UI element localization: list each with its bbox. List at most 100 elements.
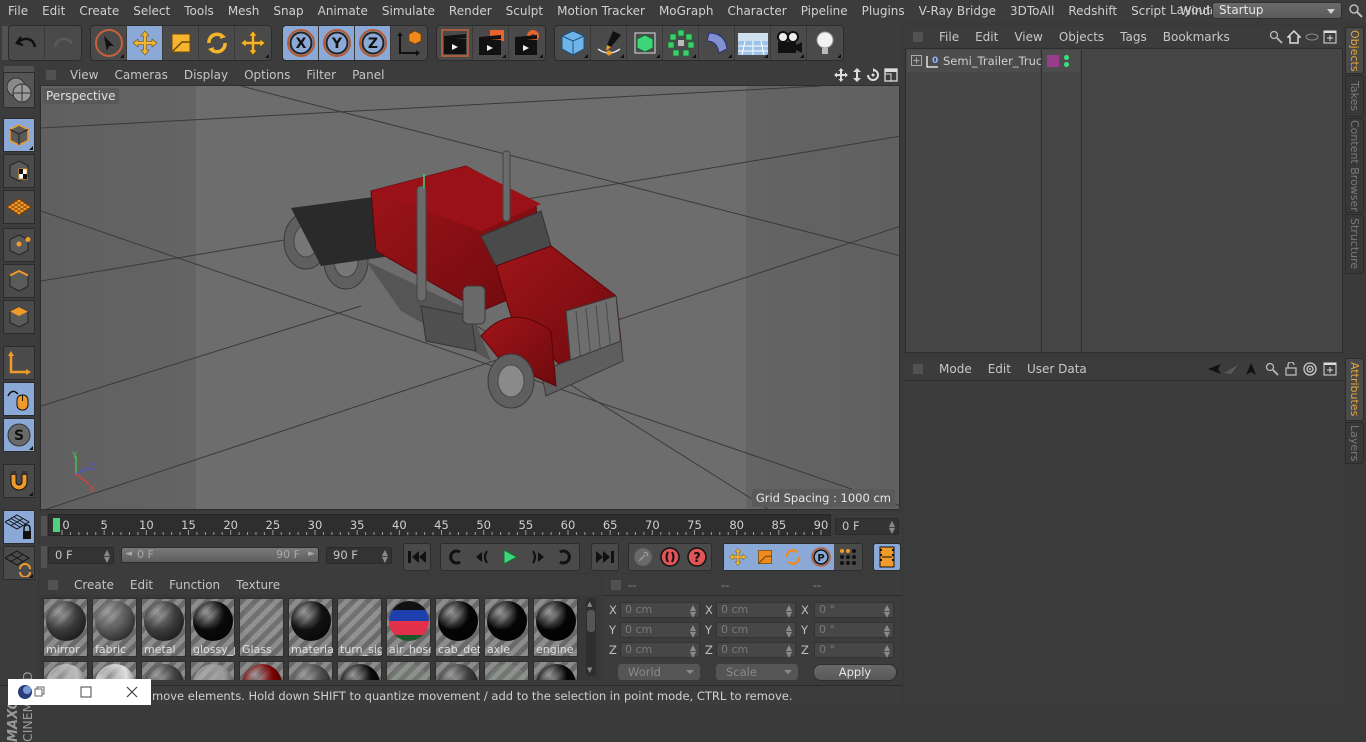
move-tool-button[interactable] xyxy=(127,26,163,60)
redo-button[interactable] xyxy=(45,26,81,60)
viewport-menu-display[interactable]: Display xyxy=(176,68,236,82)
restore-icon[interactable] xyxy=(34,686,46,698)
material-swatch[interactable] xyxy=(92,661,137,680)
position-z-field[interactable]: 0 cm ▲ ▼ xyxy=(620,642,700,659)
menu-3dtoall[interactable]: 3DToAll xyxy=(1003,0,1061,22)
attribute-menu-mode[interactable]: Mode xyxy=(931,362,980,376)
material-manager-grip[interactable] xyxy=(48,580,58,590)
material-swatch[interactable] xyxy=(435,661,480,680)
light-button[interactable] xyxy=(807,26,843,60)
tab-objects[interactable]: Objects xyxy=(1345,27,1364,74)
material-swatch[interactable]: air_hose xyxy=(386,598,431,657)
menu-script[interactable]: Script xyxy=(1124,0,1173,22)
spinner-icon[interactable]: ▲ ▼ xyxy=(690,644,696,659)
object-row[interactable]: 0 Semi_Trailer_Truck xyxy=(907,50,1343,354)
spinner-icon[interactable]: ▲ ▼ xyxy=(786,624,792,639)
object-menu-bookmarks[interactable]: Bookmarks xyxy=(1155,30,1238,44)
search-icon[interactable] xyxy=(1265,362,1279,376)
workplane-mode-button[interactable] xyxy=(3,190,35,224)
timeline-grip[interactable] xyxy=(41,516,47,536)
viewport-menu-options[interactable]: Options xyxy=(236,68,298,82)
material-swatch[interactable] xyxy=(337,661,382,680)
forward-arrow-icon[interactable] xyxy=(1223,363,1239,375)
snapping-button[interactable] xyxy=(3,464,35,498)
range-left-arrow-icon[interactable]: ◄ xyxy=(125,549,132,559)
start-frame-field[interactable]: 0 F ▲ ▼ xyxy=(48,547,114,564)
camera-button[interactable] xyxy=(771,26,807,60)
material-swatch[interactable] xyxy=(288,661,333,680)
workplane-align-button[interactable] xyxy=(3,546,35,580)
attribute-menu-user-data[interactable]: User Data xyxy=(1019,362,1095,376)
tweak-mode-button[interactable] xyxy=(3,382,35,416)
render-view-button[interactable] xyxy=(437,26,473,60)
scroll-up-icon[interactable]: ▲ xyxy=(587,600,592,608)
pen-button[interactable] xyxy=(591,26,627,60)
parameter-key-button[interactable]: P xyxy=(806,544,835,570)
menu-mesh[interactable]: Mesh xyxy=(221,0,267,22)
material-swatch[interactable]: glossy_p xyxy=(190,598,235,657)
position-x-field[interactable]: 0 cm ▲ ▼ xyxy=(620,602,700,619)
coordinate-mode-dropdown[interactable]: World xyxy=(618,664,700,680)
camera-label[interactable]: Perspective xyxy=(43,88,119,104)
apply-button[interactable]: Apply xyxy=(813,664,897,681)
menu-character[interactable]: Character xyxy=(720,0,793,22)
menu-select[interactable]: Select xyxy=(126,0,177,22)
coordinate-system-button[interactable] xyxy=(391,26,427,60)
menu-tools[interactable]: Tools xyxy=(177,0,221,22)
material-swatch[interactable]: turn_sig xyxy=(337,598,382,657)
go-to-end-button[interactable] xyxy=(591,543,619,571)
deformer-button[interactable] xyxy=(699,26,735,60)
attribute-manager-grip[interactable] xyxy=(913,363,923,374)
viewport-menu-view[interactable]: View xyxy=(62,68,106,82)
position-y-field[interactable]: 0 cm ▲ ▼ xyxy=(620,622,700,639)
close-icon[interactable] xyxy=(126,686,138,698)
menu-create[interactable]: Create xyxy=(72,0,126,22)
position-key-button[interactable] xyxy=(724,544,752,570)
go-to-start-button[interactable] xyxy=(403,543,431,571)
maximize-view-icon[interactable] xyxy=(884,67,898,82)
spinner-icon[interactable]: ▲ ▼ xyxy=(786,604,792,619)
pan-view-icon[interactable] xyxy=(834,67,848,82)
end-frame-field[interactable]: 90 F ▲ ▼ xyxy=(326,547,392,564)
play-button[interactable] xyxy=(496,544,524,570)
rotate-tool-button[interactable] xyxy=(199,26,235,60)
rotation-x-field[interactable]: 0 ° ▲ ▼ xyxy=(814,602,894,619)
spinner-icon[interactable]: ▲ ▼ xyxy=(889,520,895,535)
menu-file[interactable]: File xyxy=(0,0,35,22)
undo-button[interactable] xyxy=(9,26,45,60)
y-axis-lock-button[interactable]: Y xyxy=(319,26,355,60)
object-menu-tags[interactable]: Tags xyxy=(1112,30,1155,44)
cube-button[interactable] xyxy=(555,26,591,60)
next-key-button[interactable] xyxy=(551,544,579,570)
new-panel-icon[interactable] xyxy=(1323,362,1337,376)
material-swatch[interactable]: cab_det xyxy=(435,598,480,657)
3d-viewport[interactable]: Y Z X Perspective Grid Spacing : 1000 cm xyxy=(40,85,900,510)
target-icon[interactable] xyxy=(1303,361,1317,376)
material-swatch[interactable]: engine xyxy=(533,598,578,657)
subdivision-surface-button[interactable] xyxy=(627,26,663,60)
object-menu-edit[interactable]: Edit xyxy=(967,30,1006,44)
transport-grip[interactable] xyxy=(41,546,47,568)
object-manager-grip[interactable] xyxy=(913,31,923,42)
render-picture-viewer-button[interactable] xyxy=(473,26,509,60)
spinner-icon[interactable]: ▲ ▼ xyxy=(786,644,792,659)
spinner-icon[interactable]: ▲ ▼ xyxy=(884,644,890,659)
render-visibility-dot[interactable] xyxy=(1064,62,1069,67)
zoom-view-icon[interactable] xyxy=(851,67,863,82)
scale-key-button[interactable] xyxy=(751,544,780,570)
spinner-icon[interactable]: ▲ ▼ xyxy=(884,604,890,619)
render-settings-button[interactable] xyxy=(509,26,545,60)
material-swatch[interactable]: fabric xyxy=(92,598,137,657)
material-menu-edit[interactable]: Edit xyxy=(122,578,161,592)
tab-content-browser[interactable]: Content Browser xyxy=(1345,118,1364,213)
menu-sculpt[interactable]: Sculpt xyxy=(499,0,550,22)
floor-button[interactable] xyxy=(735,26,771,60)
scroll-down-icon[interactable]: ▼ xyxy=(587,666,592,674)
filter-icon[interactable] xyxy=(1305,30,1319,44)
tab-layers[interactable]: Layers xyxy=(1345,422,1364,464)
material-swatch[interactable]: mirror xyxy=(43,598,88,657)
previous-frame-button[interactable] xyxy=(469,544,497,570)
keyframe-selection-button[interactable]: ? xyxy=(684,544,711,570)
model-mode-button[interactable] xyxy=(3,118,35,152)
layout-dropdown[interactable]: Startup xyxy=(1212,2,1342,19)
